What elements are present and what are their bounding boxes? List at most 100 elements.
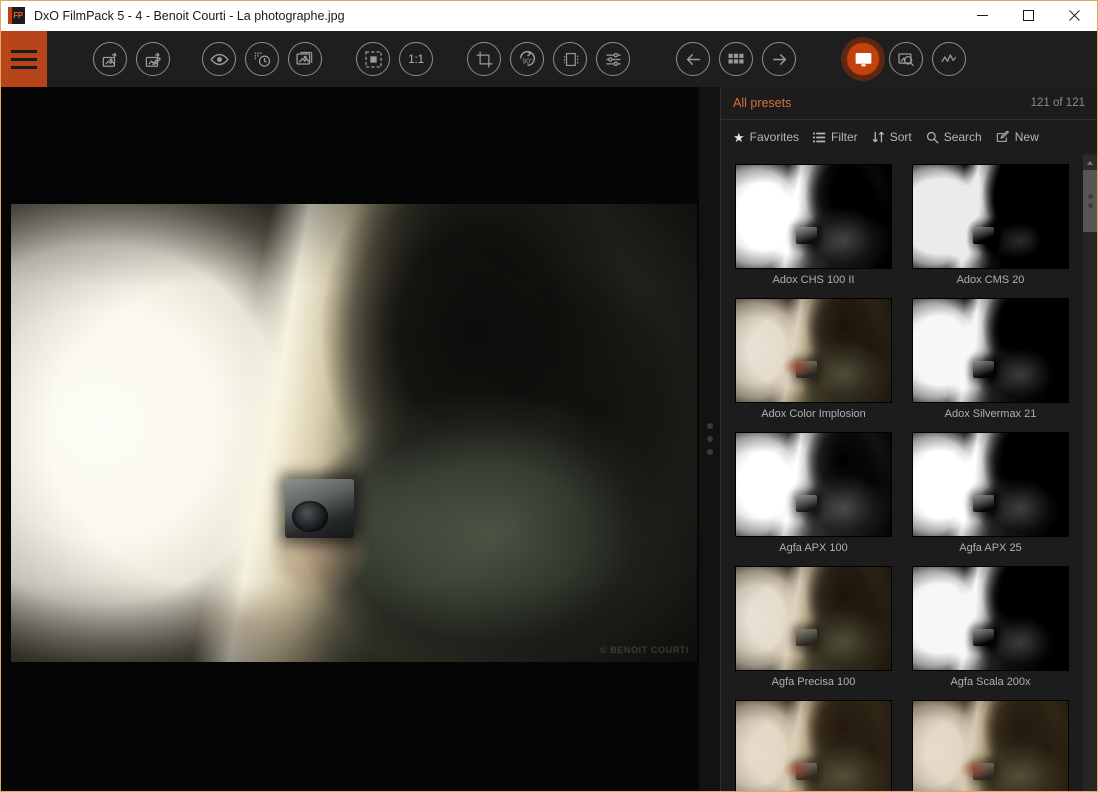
eye-icon [209,49,230,70]
scroll-up-button[interactable] [1083,156,1097,170]
preview-eye-button[interactable] [202,42,236,76]
perspective-button[interactable] [553,42,587,76]
previous-image-button[interactable] [676,42,710,76]
splitter-dot [707,449,713,455]
compare-photos-icon [295,49,315,69]
splitter-dot [707,423,713,429]
presets-toolbar: ★ Favorites Filter Sort [721,120,1097,154]
new-preset[interactable]: New [996,130,1039,144]
main-toolbar: 1:1 90° [1,31,1097,87]
single-view-button[interactable] [846,42,880,76]
arrow-left-icon [684,50,703,69]
preset-thumbnail [912,164,1069,269]
scrollbar-thumb[interactable] [1083,170,1097,232]
export-edit-icon [144,50,163,69]
close-icon [1069,10,1080,21]
splitter-handle-dots [707,423,713,455]
photo-vignette [11,204,697,662]
thumb-film-grade [913,701,1068,791]
sort-presets[interactable]: Sort [872,130,912,144]
next-image-button[interactable] [762,42,796,76]
workspace: © BENOIT COURTI All presets 121 of 121 ★… [1,87,1097,791]
export-image-icon [101,50,120,69]
menu-icon-bar [11,50,37,53]
scrollbar-track[interactable] [1083,170,1097,791]
preset-item[interactable]: Agfa Precisa 100 [735,566,892,688]
grid-icon [727,50,745,68]
compare-images-button[interactable] [288,42,322,76]
window-title: DxO FilmPack 5 - 4 - Benoit Courti - La … [34,9,959,23]
preset-item[interactable] [912,700,1069,791]
settings-sliders-button[interactable] [596,42,630,76]
preset-label: Agfa APX 100 [735,542,892,554]
presets-title[interactable]: All presets [733,96,1031,110]
favorites-filter[interactable]: ★ Favorites [733,130,799,144]
toolbar-group-edit: 90° [467,42,630,76]
crop-icon [475,50,494,69]
preset-item[interactable]: Adox Silvermax 21 [912,298,1069,420]
preset-item[interactable]: Agfa Scala 200x [912,566,1069,688]
close-button[interactable] [1051,1,1097,31]
toolbar-group-zoom: 1:1 [356,42,433,76]
panel-splitter[interactable] [699,87,721,791]
perspective-icon [561,50,580,69]
preset-item[interactable]: Adox Color Implosion [735,298,892,420]
preset-label: Agfa APX 25 [912,542,1069,554]
image-viewer[interactable]: © BENOIT COURTI [1,87,699,791]
preset-item[interactable]: Adox CMS 20 [912,164,1069,286]
filter-label: Filter [831,130,858,144]
title-bar: FP DxO FilmPack 5 - 4 - Benoit Courti - … [1,1,1097,31]
photo-watermark: © BENOIT COURTI [600,645,689,655]
export-edit-button[interactable] [136,42,170,76]
history-button[interactable] [245,42,279,76]
preset-item[interactable]: Agfa APX 25 [912,432,1069,554]
search-label: Search [944,130,982,144]
search-icon [926,131,939,144]
preset-label: Agfa Precisa 100 [735,676,892,688]
menu-icon-bar [11,58,37,61]
presets-panel: All presets 121 of 121 ★ Favorites Filte… [721,87,1097,791]
star-icon: ★ [733,131,745,144]
thumb-film-grade [913,433,1068,536]
presets-scroll-wrapper: Adox CHS 100 II Ado [721,154,1097,791]
edited-photo: © BENOIT COURTI [11,204,697,662]
presets-scrollbar[interactable] [1083,154,1097,791]
preset-item[interactable]: Agfa APX 100 [735,432,892,554]
fit-to-screen-button[interactable] [356,42,390,76]
preset-thumbnail [735,164,892,269]
preset-item[interactable]: Adox CHS 100 II [735,164,892,286]
presets-grid: Adox CHS 100 II Ado [721,154,1083,791]
arrow-right-icon [770,50,789,69]
svg-text:90°: 90° [522,58,533,66]
preset-label: Agfa Scala 200x [912,676,1069,688]
export-image-button[interactable] [93,42,127,76]
grid-view-button[interactable] [719,42,753,76]
zoom-one-to-one-button[interactable]: 1:1 [399,42,433,76]
new-label: New [1015,130,1039,144]
toolbar-group-view [202,42,322,76]
list-icon [813,131,826,144]
scrollbar-grip-dot [1088,203,1093,208]
preset-item[interactable] [735,700,892,791]
preset-thumbnail [735,700,892,791]
fit-screen-icon [364,50,383,69]
loupe-view-button[interactable] [889,42,923,76]
search-presets[interactable]: Search [926,130,982,144]
preset-thumbnail [912,566,1069,671]
monitor-icon [853,49,874,70]
toolbar-group-export [93,42,170,76]
curve-tool-button[interactable] [932,42,966,76]
new-edit-icon [996,131,1010,144]
minimize-button[interactable] [959,1,1005,31]
toolbar-group-workspace [846,42,966,76]
sliders-icon [604,50,623,69]
menu-button[interactable] [1,31,47,87]
preset-label: Adox CMS 20 [912,274,1069,286]
thumb-film-grade [736,299,891,402]
maximize-button[interactable] [1005,1,1051,31]
rotate-icon: 90° [516,48,538,70]
crop-button[interactable] [467,42,501,76]
rotate-90-button[interactable]: 90° [510,42,544,76]
filter-presets[interactable]: Filter [813,130,858,144]
sort-label: Sort [890,130,912,144]
